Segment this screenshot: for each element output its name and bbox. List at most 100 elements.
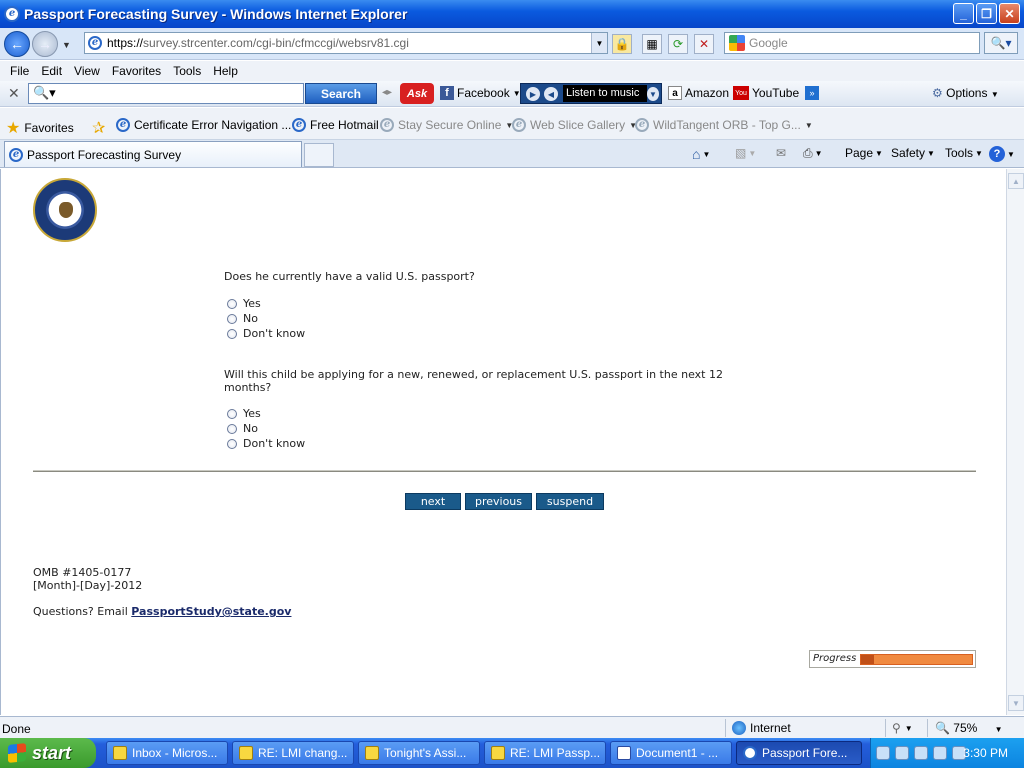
- q1-option-yes[interactable]: Yes: [227, 297, 261, 310]
- taskbar-item-document[interactable]: Document1 - ...: [610, 741, 732, 765]
- radio-button[interactable]: [227, 313, 237, 324]
- q2-option-dont-know[interactable]: Don't know: [227, 437, 305, 450]
- maximize-button[interactable]: ❐: [976, 3, 997, 24]
- radio-button[interactable]: [227, 408, 237, 419]
- favorite-item[interactable]: e Free Hotmail: [292, 118, 379, 132]
- mail-button[interactable]: ✉: [776, 146, 786, 160]
- page-icon: e: [88, 36, 102, 50]
- toolbar-grip-icon[interactable]: ◂▸: [382, 87, 392, 98]
- taskbar-item-ie[interactable]: Passport Fore...: [736, 741, 862, 765]
- radio-button[interactable]: [227, 328, 237, 339]
- start-button[interactable]: start: [0, 738, 96, 768]
- menu-favorites[interactable]: Favorites: [112, 64, 161, 78]
- help-button[interactable]: ? ▼: [989, 146, 1015, 162]
- page-menu[interactable]: Page ▼: [845, 146, 883, 160]
- more-chevron-icon[interactable]: »: [805, 86, 819, 100]
- youtube-button[interactable]: You YouTube: [733, 86, 799, 100]
- back-button[interactable]: ←: [4, 31, 30, 57]
- favorite-item[interactable]: e Web Slice Gallery ▼: [512, 118, 637, 132]
- favorites-star-icon: ★: [6, 120, 21, 137]
- q1-option-no[interactable]: No: [227, 312, 258, 325]
- taskbar-item-email[interactable]: RE: LMI chang...: [232, 741, 354, 765]
- recent-pages-dropdown-icon[interactable]: ▼: [62, 40, 71, 50]
- tray-app-icon[interactable]: [933, 746, 947, 760]
- menu-file[interactable]: File: [10, 64, 29, 78]
- menu-help[interactable]: Help: [213, 64, 238, 78]
- menu-edit[interactable]: Edit: [41, 64, 62, 78]
- protected-mode-button[interactable]: ⚲ ▼: [892, 721, 913, 735]
- close-button[interactable]: ✕: [999, 3, 1020, 24]
- safety-menu[interactable]: Safety ▼: [891, 146, 935, 160]
- tools-menu[interactable]: Tools ▼: [945, 146, 983, 160]
- tray-app-icon[interactable]: [895, 746, 909, 760]
- feeds-button[interactable]: ▧ ▼: [735, 146, 756, 160]
- favorite-item[interactable]: e Certificate Error Navigation ...: [116, 118, 291, 132]
- next-button[interactable]: next: [405, 493, 461, 510]
- favorites-bar: ★ Favorites ✰ e Certificate Error Navigat…: [0, 108, 1024, 140]
- ask-search-button[interactable]: Search: [305, 83, 377, 104]
- menu-view[interactable]: View: [74, 64, 100, 78]
- compatibility-view-icon[interactable]: ▦: [642, 34, 662, 54]
- tab-passport-survey[interactable]: e Passport Forecasting Survey: [4, 141, 302, 167]
- search-button[interactable]: 🔍▾: [984, 32, 1018, 54]
- q1-option-dont-know[interactable]: Don't know: [227, 327, 305, 340]
- radio-button[interactable]: [227, 423, 237, 434]
- favorites-button[interactable]: ★ Favorites: [6, 118, 74, 138]
- music-player[interactable]: ▶ ◀ Listen to music ▼: [520, 83, 662, 104]
- envelope-icon: [491, 746, 505, 760]
- questions-contact: Questions? Email PassportStudy@state.gov: [33, 605, 292, 618]
- contact-email-link[interactable]: PassportStudy@state.gov: [131, 605, 291, 618]
- question-1: Does he currently have a valid U.S. pass…: [224, 270, 475, 283]
- menu-tools[interactable]: Tools: [173, 64, 201, 78]
- ask-search-input[interactable]: 🔍▾: [28, 83, 304, 104]
- network-icon[interactable]: [914, 746, 928, 760]
- radio-button[interactable]: [227, 438, 237, 449]
- volume-icon[interactable]: ◀: [544, 87, 558, 101]
- options-button[interactable]: ⚙ Options ▼: [932, 86, 999, 100]
- play-icon[interactable]: ▶: [526, 87, 540, 101]
- new-tab-button[interactable]: [304, 143, 334, 167]
- security-zone[interactable]: Internet: [732, 721, 791, 735]
- suspend-button[interactable]: suspend: [536, 493, 604, 510]
- ask-logo[interactable]: Ask: [400, 83, 434, 104]
- favorite-item[interactable]: e WildTangent ORB - Top G... ▼: [635, 118, 813, 132]
- q2-option-yes[interactable]: Yes: [227, 407, 261, 420]
- vertical-scrollbar[interactable]: ▲ ▼: [1006, 169, 1024, 715]
- envelope-icon: [239, 746, 253, 760]
- music-label: Listen to music: [563, 85, 647, 102]
- taskbar-item-email[interactable]: RE: LMI Passp...: [484, 741, 606, 765]
- stop-icon[interactable]: ✕: [694, 34, 714, 54]
- facebook-icon: f: [440, 86, 454, 100]
- radio-button[interactable]: [227, 298, 237, 309]
- music-dropdown-icon[interactable]: ▼: [647, 87, 659, 101]
- close-toolbar-icon[interactable]: ✕: [8, 85, 20, 102]
- scroll-down-icon[interactable]: ▼: [1008, 695, 1024, 711]
- gear-icon: ⚙: [932, 86, 943, 100]
- zoom-level[interactable]: 🔍 75% ▼: [935, 721, 1003, 735]
- forward-button[interactable]: →: [32, 31, 58, 57]
- previous-button[interactable]: previous: [465, 493, 532, 510]
- q2-option-no[interactable]: No: [227, 422, 258, 435]
- facebook-button[interactable]: f Facebook ▼: [440, 86, 521, 100]
- address-bar[interactable]: e https://survey.strcenter.com/cgi-bin/c…: [84, 32, 608, 54]
- word-document-icon: [617, 746, 631, 760]
- refresh-icon[interactable]: ⟳: [668, 34, 688, 54]
- amazon-button[interactable]: a Amazon: [668, 86, 729, 100]
- google-search-input[interactable]: Google: [724, 32, 980, 54]
- address-dropdown-icon[interactable]: ▼: [591, 33, 607, 53]
- scroll-up-icon[interactable]: ▲: [1008, 173, 1024, 189]
- google-icon: [729, 35, 745, 51]
- minimize-button[interactable]: _: [953, 3, 974, 24]
- tray-arrow-icon[interactable]: [876, 746, 890, 760]
- home-button[interactable]: ⌂ ▼: [692, 146, 710, 162]
- print-button[interactable]: ⎙ ▼: [803, 146, 823, 161]
- window-controls: _ ❐ ✕: [953, 3, 1020, 24]
- lock-icon[interactable]: 🔒: [612, 34, 632, 54]
- add-to-favorites-bar-icon[interactable]: ✰: [92, 118, 105, 138]
- favorite-item[interactable]: e Stay Secure Online ▼: [380, 118, 513, 132]
- taskbar-item-inbox[interactable]: Inbox - Micros...: [106, 741, 228, 765]
- tab-row: e Passport Forecasting Survey ⌂ ▼ ▧ ▼ ✉ ⎙ ▼…: [0, 140, 1024, 168]
- ie-page-icon: e: [9, 147, 23, 162]
- taskbar-item-email[interactable]: Tonight's Assi...: [358, 741, 480, 765]
- taskbar: start Inbox - Micros... RE: LMI chang...…: [0, 738, 1024, 768]
